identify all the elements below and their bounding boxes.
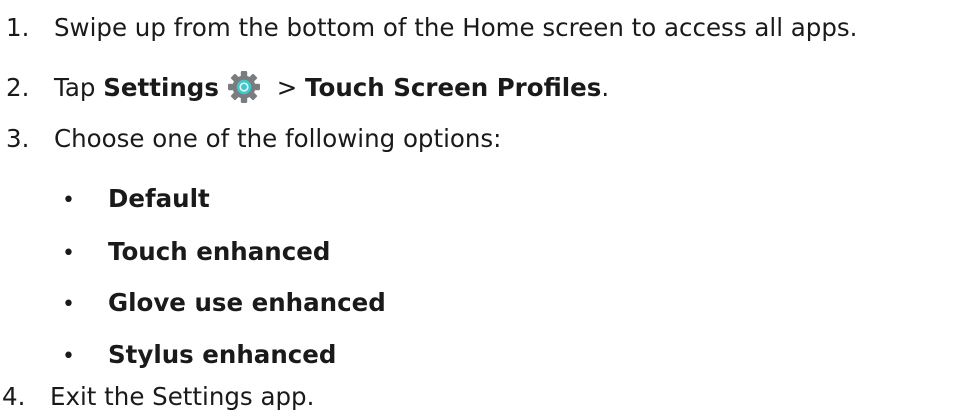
step-separator: > (268, 73, 306, 102)
step-text: Choose one of the following options: (54, 124, 502, 153)
step-prefix: Tap (54, 73, 104, 102)
step-suffix: . (601, 73, 610, 102)
settings-gear-icon (227, 70, 261, 104)
bullet: • (62, 241, 75, 266)
option-label: Touch enhanced (108, 237, 331, 266)
option-item-glove-use-enhanced: • Glove use enhanced (54, 283, 386, 323)
option-item-default: • Default (54, 179, 210, 219)
touch-screen-profiles-label: Touch Screen Profiles (305, 73, 602, 102)
step-number: 3. (6, 124, 30, 153)
option-item-stylus-enhanced: • Stylus enhanced (54, 335, 336, 375)
option-item-touch-enhanced: • Touch enhanced (54, 232, 330, 272)
step-number: 1. (6, 13, 30, 42)
step-text: Exit the Settings app. (50, 382, 315, 411)
option-label: Stylus enhanced (108, 340, 337, 369)
step-4: 4. Exit the Settings app. (0, 377, 314, 417)
instruction-document: 1. Swipe up from the bottom of the Home s… (0, 0, 953, 416)
settings-label: Settings (103, 73, 219, 102)
step-text: Tap Settings > Touch Screen Profiles. (54, 68, 609, 108)
option-label: Glove use enhanced (108, 288, 386, 317)
step-1: 1. Swipe up from the bottom of the Home s… (0, 8, 857, 48)
step-2: 2. Tap Settings > Touch Screen Profiles. (0, 68, 609, 108)
bullet: • (62, 292, 75, 317)
step-number: 2. (6, 73, 30, 102)
step-number: 4. (2, 382, 26, 411)
settings-gear-icon-svg (227, 71, 260, 103)
bullet: • (62, 188, 75, 213)
bullet: • (62, 344, 75, 369)
step-3: 3. Choose one of the following options: (0, 119, 501, 159)
option-label: Default (108, 184, 210, 213)
step-text: Swipe up from the bottom of the Home scr… (54, 13, 858, 42)
